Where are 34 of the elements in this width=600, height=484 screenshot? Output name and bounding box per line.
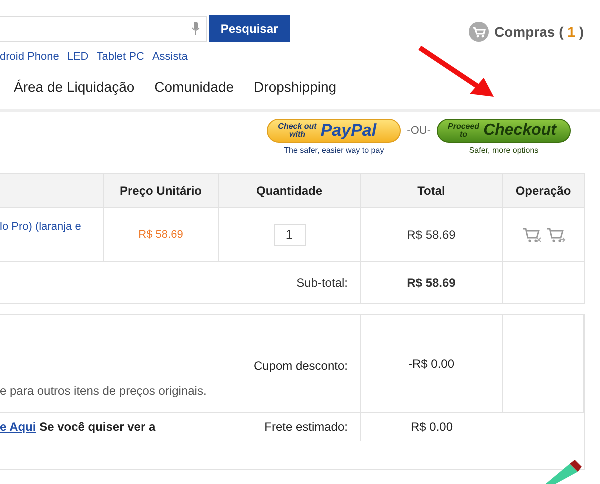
- search-button[interactable]: Pesquisar: [209, 15, 290, 42]
- checkout-caption: Safer, more options: [469, 146, 539, 155]
- nav-link[interactable]: Dropshipping: [254, 79, 337, 95]
- coupon-label: Cupom desconto:: [254, 359, 348, 373]
- subtotal-value: R$ 58.69: [361, 262, 503, 304]
- column-header: Preço Unitário: [104, 173, 219, 208]
- nav-link[interactable]: Comunidade: [154, 79, 234, 95]
- unit-price: R$ 58.69: [104, 208, 219, 262]
- cart-delete-icon[interactable]: [522, 226, 542, 244]
- paypal-caption: The safer, easier way to pay: [284, 146, 384, 155]
- shipping-note: e Aqui Se você quiser ver a: [0, 420, 156, 434]
- search-field[interactable]: [0, 16, 207, 42]
- subtotal-label: Sub-total:: [0, 262, 361, 304]
- shipping-value: R$ 0.00: [410, 420, 454, 434]
- shipping-link[interactable]: e Aqui: [0, 420, 36, 434]
- quantity-field[interactable]: 1: [274, 224, 306, 246]
- cart-move-icon[interactable]: [546, 226, 566, 244]
- coupon-value: -R$ 0.00: [408, 356, 455, 370]
- cart-label[interactable]: Compras ( 1 ): [494, 24, 584, 40]
- column-header: Quantidade: [219, 173, 361, 208]
- microphone-icon[interactable]: [192, 22, 200, 35]
- nav-link[interactable]: Área de Liquidação: [14, 79, 135, 95]
- row-total: R$ 58.69: [361, 208, 503, 262]
- cart-icon[interactable]: [468, 22, 489, 42]
- quick-link[interactable]: Tablet PC: [96, 51, 144, 63]
- discount-note: e para outros itens de preços originais.: [0, 384, 207, 398]
- product-name[interactable]: lo Pro) (laranja e: [0, 208, 104, 262]
- shipping-label: Frete estimado:: [264, 420, 348, 434]
- column-header: Operação: [503, 173, 585, 208]
- separator-text: -OU-: [407, 125, 431, 137]
- quick-link[interactable]: Assista: [152, 51, 188, 63]
- quick-link[interactable]: droid Phone: [0, 51, 60, 63]
- column-header: Total: [361, 173, 503, 208]
- quick-link[interactable]: LED: [67, 51, 89, 63]
